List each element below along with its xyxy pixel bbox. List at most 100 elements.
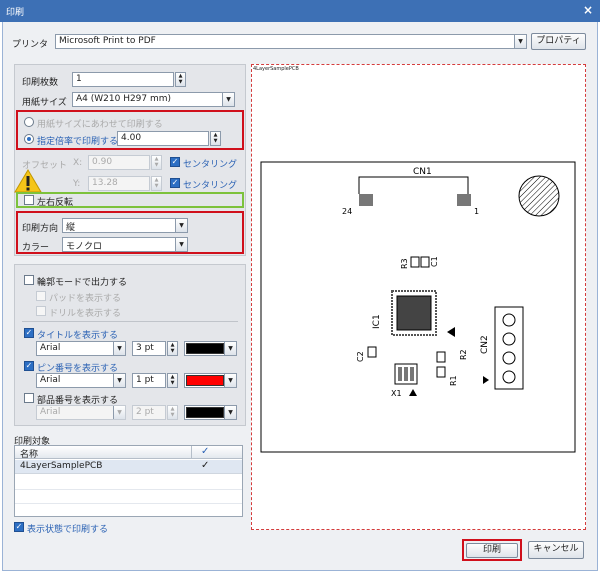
c1-part	[420, 256, 430, 268]
part-font-select[interactable]: Arial ▼	[36, 405, 126, 420]
table-row[interactable]: 4LayerSamplePCB ✓	[15, 460, 242, 474]
copies-input[interactable]: 1	[72, 72, 174, 87]
paper-size-select[interactable]: A4 (W210 H297 mm) ▼	[72, 92, 235, 107]
fit-to-paper-radio[interactable]	[24, 117, 34, 127]
cn1-outline	[358, 176, 469, 194]
window-title: 印刷	[6, 8, 25, 18]
divider	[22, 321, 238, 322]
show-title-checkbox[interactable]: ✓	[24, 328, 34, 338]
cancel-button[interactable]: キャンセル	[528, 541, 584, 559]
show-pin-number-checkbox[interactable]: ✓	[24, 361, 34, 371]
outline-mode-label: 輪郭モードで出力する	[37, 278, 128, 288]
copies-label: 印刷枚数	[22, 78, 59, 88]
pin-color-select[interactable]: ▼	[184, 373, 237, 388]
color-label: カラー	[22, 243, 50, 253]
part-color-select[interactable]: ▼	[184, 405, 237, 420]
part-size-stepper[interactable]: ▲ ▼	[167, 405, 178, 420]
label-r3: R3	[400, 258, 409, 269]
offset-y-stepper[interactable]: ▲ ▼	[151, 176, 162, 191]
chevron-down-icon: ▼	[113, 406, 125, 419]
c2-part	[367, 346, 377, 358]
color-select[interactable]: モノクロ ▼	[62, 237, 188, 252]
show-part-number-checkbox[interactable]	[24, 393, 34, 403]
chevron-down-icon: ▼	[222, 93, 234, 106]
part-size-input[interactable]: 2 pt	[132, 405, 166, 420]
row-check[interactable]: ✓	[201, 460, 209, 471]
pcb-preview: CN1 24 1 R3 C1 IC1 CN2 C2 R2 R1 X1	[260, 161, 576, 453]
cn2-pin	[502, 332, 516, 346]
chevron-down-icon: ▼	[224, 342, 236, 355]
outline-mode-checkbox[interactable]	[24, 275, 34, 285]
close-icon[interactable]: ×	[583, 3, 593, 17]
offset-x-label: X:	[73, 158, 83, 168]
pin-size-input[interactable]: 1 pt	[132, 373, 166, 388]
chevron-down-icon: ▼	[224, 374, 236, 387]
mounting-hole	[518, 175, 560, 217]
cn1-pad-1	[457, 194, 471, 206]
title-size-input[interactable]: 3 pt	[132, 341, 166, 356]
offset-y-label: Y:	[73, 179, 81, 189]
print-target-list: 名称 ✓ 4LayerSamplePCB ✓	[14, 445, 243, 517]
label-r1: R1	[449, 375, 458, 386]
show-drills-checkbox[interactable]	[36, 306, 46, 316]
pin-size-stepper[interactable]: ▲ ▼	[167, 373, 178, 388]
pin-color-swatch	[186, 375, 224, 386]
label-pin24: 24	[342, 207, 352, 216]
ratio-radio[interactable]	[24, 134, 34, 144]
fit-to-paper-label: 用紙サイズにあわせて印刷する	[37, 120, 163, 130]
center-y-label: センタリング	[183, 181, 238, 191]
printer-select[interactable]: Microsoft Print to PDF ▼	[55, 34, 527, 49]
label-ic1: IC1	[372, 314, 382, 329]
orientation-select[interactable]: 縦 ▼	[62, 218, 188, 233]
print-as-shown-checkbox[interactable]: ✓	[14, 522, 24, 532]
x1-pad	[410, 367, 414, 381]
chevron-down-icon: ▼	[514, 35, 526, 48]
printer-select-value: Microsoft Print to PDF	[59, 36, 156, 46]
ratio-input[interactable]: 4.00	[117, 131, 209, 146]
warning-icon	[14, 169, 42, 193]
chevron-down-icon: ▼	[224, 406, 236, 419]
color-value: モノクロ	[66, 242, 103, 252]
cn2-pin	[502, 313, 516, 327]
x1-pad	[398, 367, 402, 381]
label-c2: C2	[356, 351, 365, 362]
chevron-down-icon: ▼	[175, 219, 187, 232]
offset-y-input[interactable]: 13.28	[88, 176, 150, 191]
label-c1: C1	[430, 256, 439, 267]
chevron-down-icon: ▼	[175, 238, 187, 251]
ic1-chip	[396, 295, 432, 331]
print-as-shown-label: 表示状態で印刷する	[27, 525, 109, 535]
center-x-checkbox[interactable]: ✓	[170, 157, 180, 167]
offset-x-input[interactable]: 0.90	[88, 155, 150, 170]
part-font-value: Arial	[40, 407, 61, 417]
ratio-stepper[interactable]: ▲ ▼	[210, 131, 221, 146]
column-check[interactable]: ✓	[201, 446, 209, 457]
offset-x-stepper[interactable]: ▲ ▼	[151, 155, 162, 170]
cn2-marker	[483, 376, 489, 384]
label-r2: R2	[459, 349, 468, 360]
r1-part	[436, 366, 446, 378]
show-pads-checkbox[interactable]	[36, 291, 46, 301]
paper-size-label: 用紙サイズ	[22, 98, 67, 108]
cn1-pad-24	[359, 194, 373, 206]
pin-font-select[interactable]: Arial ▼	[36, 373, 126, 388]
cn2-body	[494, 306, 524, 390]
mirror-checkbox[interactable]	[24, 195, 34, 205]
column-name[interactable]: 名称	[20, 447, 38, 460]
center-y-checkbox[interactable]: ✓	[170, 178, 180, 188]
title-font-value: Arial	[40, 343, 61, 353]
label-cn2: CN2	[480, 335, 490, 354]
print-button[interactable]: 印刷	[466, 543, 518, 558]
r2-part	[436, 351, 446, 363]
label-cn1: CN1	[413, 167, 432, 177]
title-font-select[interactable]: Arial ▼	[36, 341, 126, 356]
properties-button[interactable]: プロパティ	[531, 33, 586, 50]
copies-stepper[interactable]: ▲ ▼	[175, 72, 186, 87]
ic1-marker	[447, 327, 455, 337]
title-size-stepper[interactable]: ▲ ▼	[167, 341, 178, 356]
label-x1: X1	[391, 389, 402, 398]
title-color-select[interactable]: ▼	[184, 341, 237, 356]
show-pads-label: パッドを表示する	[49, 294, 122, 304]
label-pin1: 1	[474, 207, 479, 216]
row-name: 4LayerSamplePCB	[20, 461, 103, 471]
